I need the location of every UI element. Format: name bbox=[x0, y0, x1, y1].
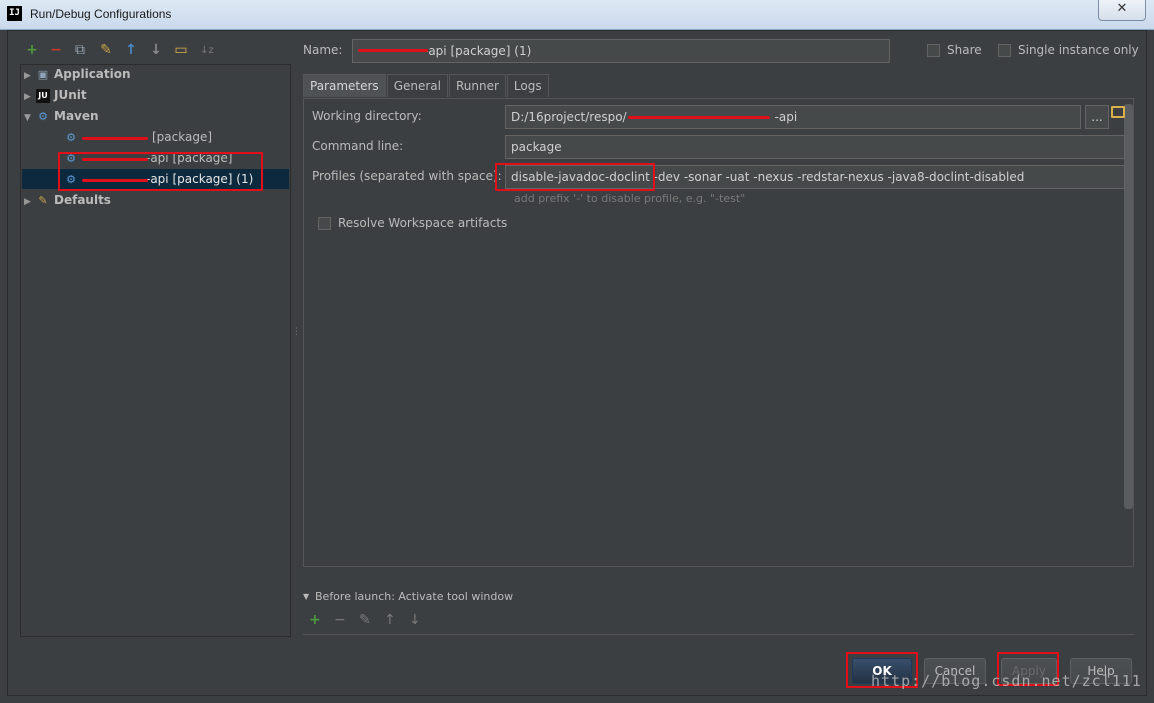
profiles-hint: add prefix '-' to disable profile, e.g. … bbox=[514, 192, 746, 205]
folder-icon[interactable]: ▭ bbox=[173, 40, 189, 60]
tab-parameters[interactable]: Parameters bbox=[303, 74, 386, 97]
before-launch-edit-icon[interactable]: ✎ bbox=[359, 612, 371, 628]
single-instance-label: Single instance only bbox=[1018, 43, 1139, 57]
add-icon[interactable]: + bbox=[24, 40, 40, 60]
junit-icon: JU bbox=[36, 88, 50, 103]
before-launch-remove-icon[interactable]: − bbox=[334, 612, 346, 628]
tree-item-defaults[interactable]: ▶ ✎ Defaults bbox=[24, 190, 111, 210]
before-launch-down-icon[interactable]: ↓ bbox=[409, 612, 421, 628]
close-window-button[interactable]: ✕ bbox=[1098, 0, 1146, 21]
window-title: Run/Debug Configurations bbox=[30, 7, 172, 21]
watermark: http://blog.csdn.net/zcl111 bbox=[871, 672, 1142, 690]
before-launch-label[interactable]: Before launch: Activate tool window bbox=[315, 590, 513, 603]
share-label: Share bbox=[947, 43, 982, 57]
collapse-arrow-icon[interactable]: ▼ bbox=[24, 108, 36, 128]
browse-button[interactable]: ... bbox=[1085, 105, 1109, 129]
profiles-label: Profiles (separated with space): bbox=[312, 169, 502, 183]
redaction-mark bbox=[358, 49, 428, 52]
tree-item-application[interactable]: ▶ ▣ Application bbox=[24, 64, 131, 84]
redaction-mark bbox=[82, 137, 148, 140]
tree-item-maven[interactable]: ▼ ⚙ Maven bbox=[24, 106, 99, 126]
move-down-icon[interactable]: ↓ bbox=[148, 40, 164, 60]
tree-item-junit[interactable]: ▶ JU JUnit bbox=[24, 85, 87, 105]
name-label: Name: bbox=[303, 43, 343, 57]
expand-arrow-icon[interactable]: ▶ bbox=[24, 192, 36, 212]
tab-runner[interactable]: Runner bbox=[448, 74, 506, 97]
command-line-field[interactable]: package bbox=[505, 135, 1125, 159]
folder-icon[interactable] bbox=[1111, 106, 1125, 118]
tab-general[interactable]: General bbox=[386, 74, 448, 97]
single-instance-checkbox[interactable] bbox=[998, 44, 1011, 57]
splitter-handle[interactable]: ⋮ bbox=[292, 328, 301, 344]
defaults-wrench-icon: ✎ bbox=[38, 193, 48, 207]
share-checkbox[interactable] bbox=[927, 44, 940, 57]
expand-arrow-icon[interactable]: ▶ bbox=[24, 66, 36, 86]
before-launch-add-icon[interactable]: + bbox=[309, 612, 321, 628]
annotation-box bbox=[58, 152, 263, 191]
copy-icon[interactable]: ⧉ bbox=[72, 40, 88, 60]
expand-arrow-icon[interactable]: ▶ bbox=[24, 87, 36, 107]
divider bbox=[303, 634, 1134, 635]
name-field[interactable]: -api [package] (1) bbox=[352, 39, 890, 63]
sort-icon[interactable]: ↓z bbox=[198, 40, 216, 60]
application-icon: ▣ bbox=[37, 67, 49, 81]
resolve-workspace-label: Resolve Workspace artifacts bbox=[338, 216, 508, 230]
intellij-app-icon: IJ bbox=[7, 6, 22, 21]
move-up-icon[interactable]: ↑ bbox=[123, 40, 139, 60]
resolve-workspace-checkbox[interactable] bbox=[318, 217, 331, 230]
annotation-box bbox=[495, 163, 655, 191]
maven-gear-icon: ⚙ bbox=[66, 130, 76, 144]
maven-gear-icon: ⚙ bbox=[38, 109, 48, 123]
command-line-label: Command line: bbox=[312, 139, 404, 153]
remove-icon[interactable]: − bbox=[48, 40, 64, 60]
working-directory-label: Working directory: bbox=[312, 109, 422, 123]
working-directory-field[interactable]: D:/16project/respo/-api bbox=[505, 105, 1081, 129]
title-bar: IJ Run/Debug Configurations ✕ bbox=[0, 0, 1154, 30]
edit-defaults-icon[interactable]: ✎ bbox=[98, 40, 114, 60]
redaction-mark bbox=[628, 116, 770, 119]
tab-logs[interactable]: Logs bbox=[506, 74, 549, 97]
tab-bar: Parameters General Runner Logs bbox=[303, 74, 550, 98]
panel-scrollbar[interactable] bbox=[1124, 104, 1133, 509]
collapse-arrow-icon[interactable]: ▼ bbox=[303, 592, 309, 601]
before-launch-up-icon[interactable]: ↑ bbox=[384, 612, 396, 628]
